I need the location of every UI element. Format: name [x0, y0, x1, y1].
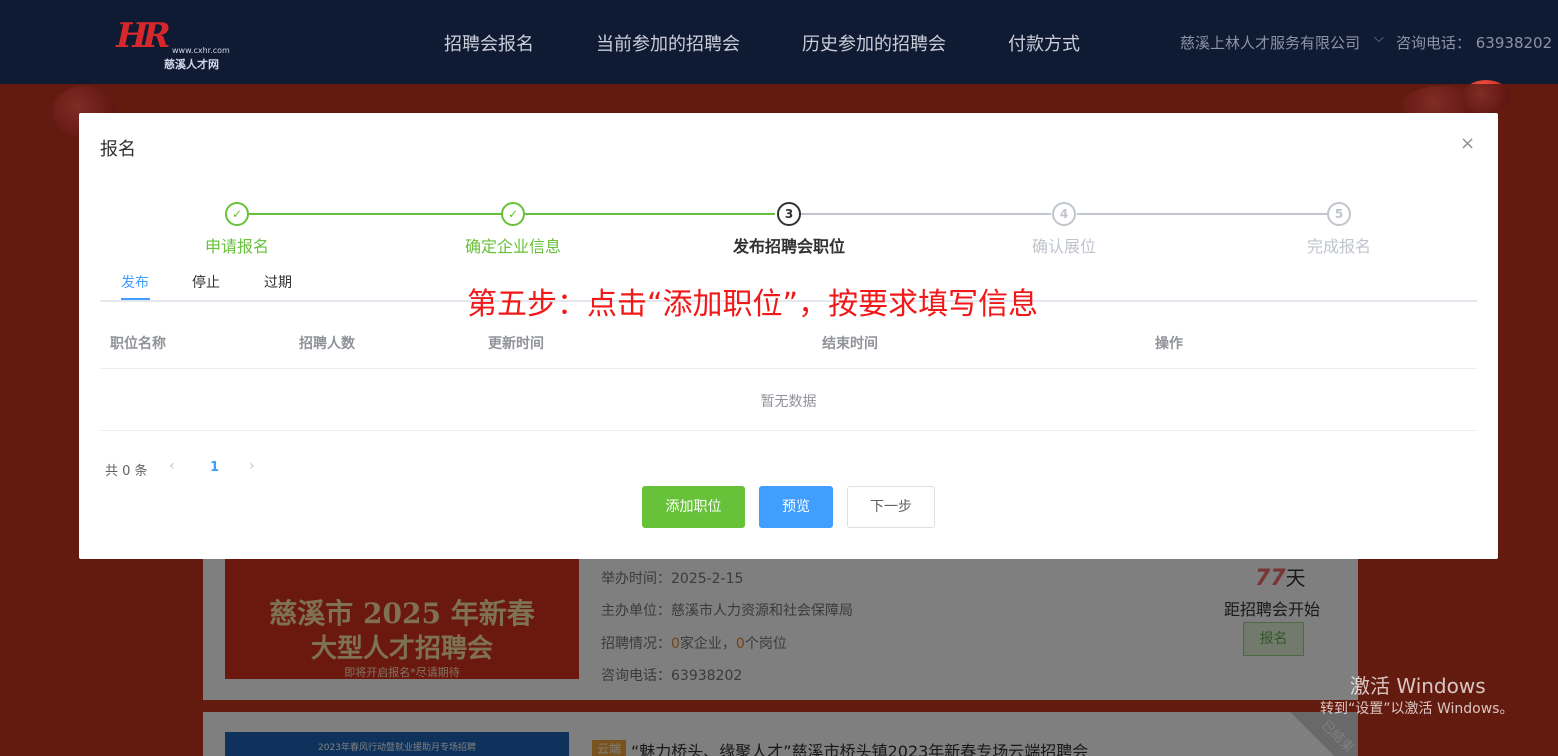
tab-published[interactable]: 发布: [121, 272, 149, 292]
instruction-annotation: 第五步：点击“添加职位”，按要求填写信息: [467, 287, 1039, 322]
table-divider: [100, 368, 1477, 369]
nav-item-history-fairs[interactable]: 历史参加的招聘会: [802, 30, 946, 56]
step-2-label: 确定企业信息: [464, 237, 561, 256]
step-connector: [1077, 213, 1327, 215]
nav-item-payment[interactable]: 付款方式: [1008, 30, 1080, 56]
chevron-left-icon[interactable]: ‹: [169, 458, 175, 474]
pagination-total: 共 0 条: [105, 464, 148, 479]
tab-stopped[interactable]: 停止: [192, 272, 220, 292]
add-position-button[interactable]: 添加职位: [642, 486, 745, 528]
active-tab-indicator: [121, 298, 150, 300]
step-3-number: 3: [777, 202, 801, 226]
logo-url: www.cxhr.com: [172, 46, 230, 55]
contact-phone: 咨询电话： 63938202: [1396, 34, 1553, 52]
step-connector: [801, 213, 1051, 215]
empty-table-text: 暂无数据: [760, 394, 817, 410]
chevron-down-icon[interactable]: ⌵: [1374, 31, 1384, 46]
nav-item-current-fairs[interactable]: 当前参加的招聘会: [596, 30, 740, 56]
column-header-headcount: 招聘人数: [299, 336, 355, 352]
next-step-button[interactable]: 下一步: [847, 486, 935, 528]
logo-name: 慈溪人才网: [164, 58, 219, 71]
logo-mark-icon: HR: [111, 16, 169, 56]
windows-activation-hint: 转到“设置”以激活 Windows。: [1320, 701, 1514, 717]
signup-dialog: 报名 × ✓ ✓ 3 4 5 申请报名 确定企业信息 发布招聘会职位 确认展位 …: [79, 113, 1498, 559]
column-header-actions: 操作: [1155, 336, 1183, 352]
dialog-title: 报名: [100, 139, 136, 160]
top-nav: HR www.cxhr.com 慈溪人才网 招聘会报名 当前参加的招聘会 历史参…: [0, 0, 1558, 84]
step-4-number: 4: [1052, 202, 1076, 226]
windows-activation-title: 激活 Windows: [1350, 674, 1486, 698]
step-1-check-icon: ✓: [225, 202, 249, 226]
column-header-updated: 更新时间: [488, 336, 544, 352]
step-connector: [525, 213, 775, 215]
tab-expired[interactable]: 过期: [264, 272, 292, 292]
step-2-check-icon: ✓: [501, 202, 525, 226]
company-name[interactable]: 慈溪上林人才服务有限公司: [1180, 32, 1360, 53]
column-header-position-name: 职位名称: [110, 336, 166, 352]
step-3-label: 发布招聘会职位: [732, 237, 845, 256]
step-4-label: 确认展位: [1031, 237, 1096, 256]
table-divider: [100, 430, 1477, 431]
step-connector: [249, 213, 513, 215]
nav-item-fair-signup[interactable]: 招聘会报名: [444, 30, 534, 56]
chevron-right-icon[interactable]: ›: [249, 458, 255, 474]
step-1-label: 申请报名: [204, 237, 269, 256]
pagination-page[interactable]: 1: [210, 460, 219, 475]
step-5-number: 5: [1327, 202, 1351, 226]
close-icon[interactable]: ×: [1460, 133, 1475, 154]
preview-button[interactable]: 预览: [759, 486, 833, 528]
step-5-label: 完成报名: [1306, 237, 1371, 256]
column-header-end-time: 结束时间: [822, 336, 878, 352]
site-logo[interactable]: HR www.cxhr.com 慈溪人才网: [112, 14, 232, 72]
